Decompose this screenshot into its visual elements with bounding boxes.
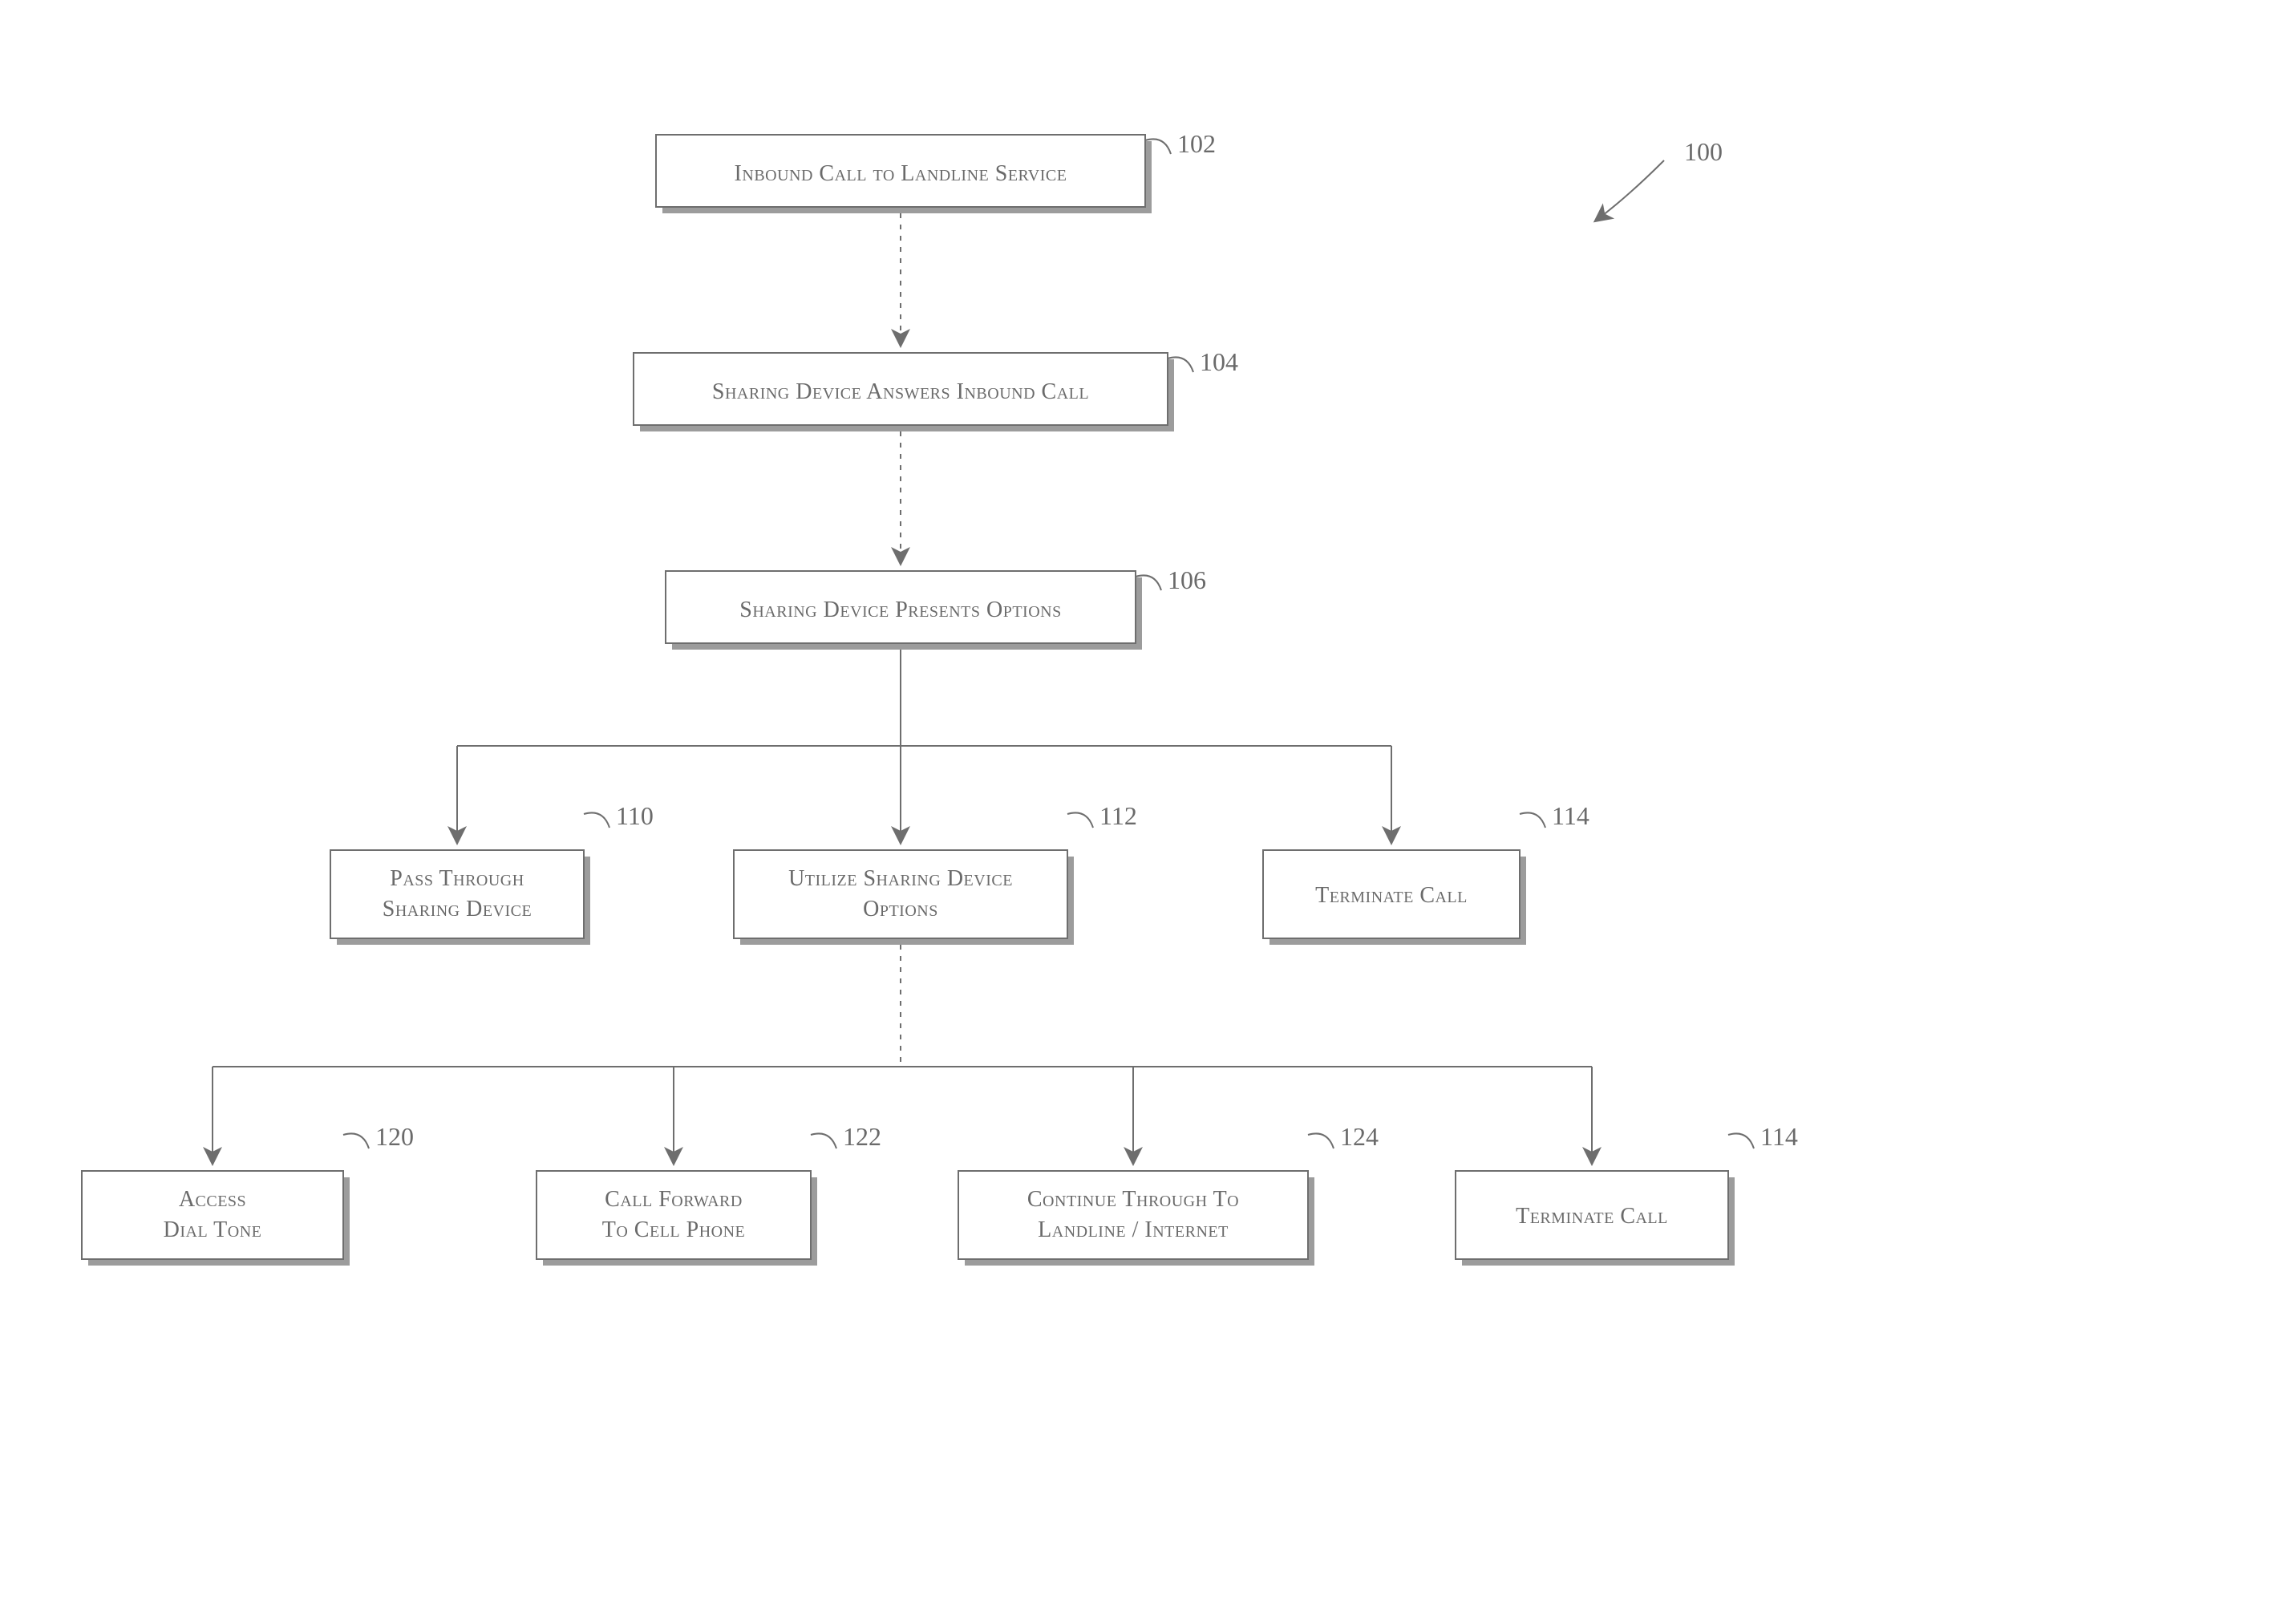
node-112: Utilize Sharing Device Options 112 xyxy=(734,801,1137,945)
node-120-label-a: Access xyxy=(179,1187,246,1212)
node-112-label-a: Utilize Sharing Device xyxy=(788,866,1013,891)
ref-100-label: 100 xyxy=(1684,137,1723,166)
node-114b: Terminate Call 114 xyxy=(1456,1122,1798,1266)
node-114-label: Terminate Call xyxy=(1315,883,1468,908)
node-102: Inbound Call to Landline Service 102 xyxy=(656,129,1216,213)
node-106-label: Sharing Device Presents Options xyxy=(739,597,1061,622)
node-106-ref: 106 xyxy=(1168,565,1206,594)
node-120-ref: 120 xyxy=(375,1122,414,1151)
node-110-label-b: Sharing Device xyxy=(383,897,532,921)
node-114-ref: 114 xyxy=(1552,801,1589,830)
node-114b-label: Terminate Call xyxy=(1516,1204,1668,1229)
node-122-label-a: Call Forward xyxy=(605,1187,743,1212)
node-104: Sharing Device Answers Inbound Call 104 xyxy=(634,347,1238,431)
node-110-label-a: Pass Through xyxy=(390,866,524,891)
node-112-ref: 112 xyxy=(1099,801,1137,830)
node-110: Pass Through Sharing Device 110 xyxy=(330,801,654,945)
flowchart: 100 Inbound Call to Landline Service 102… xyxy=(0,0,2296,1604)
node-114b-ref: 114 xyxy=(1760,1122,1798,1151)
node-124-label-b: Landline / Internet xyxy=(1038,1217,1229,1242)
branch-112 xyxy=(213,945,1592,1163)
node-124-label-a: Continue Through To xyxy=(1027,1187,1239,1212)
node-112-label-b: Options xyxy=(863,897,938,921)
node-106: Sharing Device Presents Options 106 xyxy=(666,565,1206,650)
node-104-ref: 104 xyxy=(1200,347,1238,376)
node-110-ref: 110 xyxy=(616,801,654,830)
node-120: Access Dial Tone 120 xyxy=(82,1122,414,1266)
node-122-ref: 122 xyxy=(843,1122,881,1151)
node-102-label: Inbound Call to Landline Service xyxy=(735,161,1067,186)
ref-100: 100 xyxy=(1596,137,1723,221)
node-124-ref: 124 xyxy=(1340,1122,1379,1151)
node-122-label-b: To Cell Phone xyxy=(602,1217,746,1242)
node-114: Terminate Call 114 xyxy=(1263,801,1589,945)
node-124: Continue Through To Landline / Internet … xyxy=(958,1122,1379,1266)
node-104-label: Sharing Device Answers Inbound Call xyxy=(712,379,1089,404)
node-102-ref: 102 xyxy=(1177,129,1216,158)
node-120-label-b: Dial Tone xyxy=(164,1217,262,1242)
node-122: Call Forward To Cell Phone 122 xyxy=(537,1122,881,1266)
